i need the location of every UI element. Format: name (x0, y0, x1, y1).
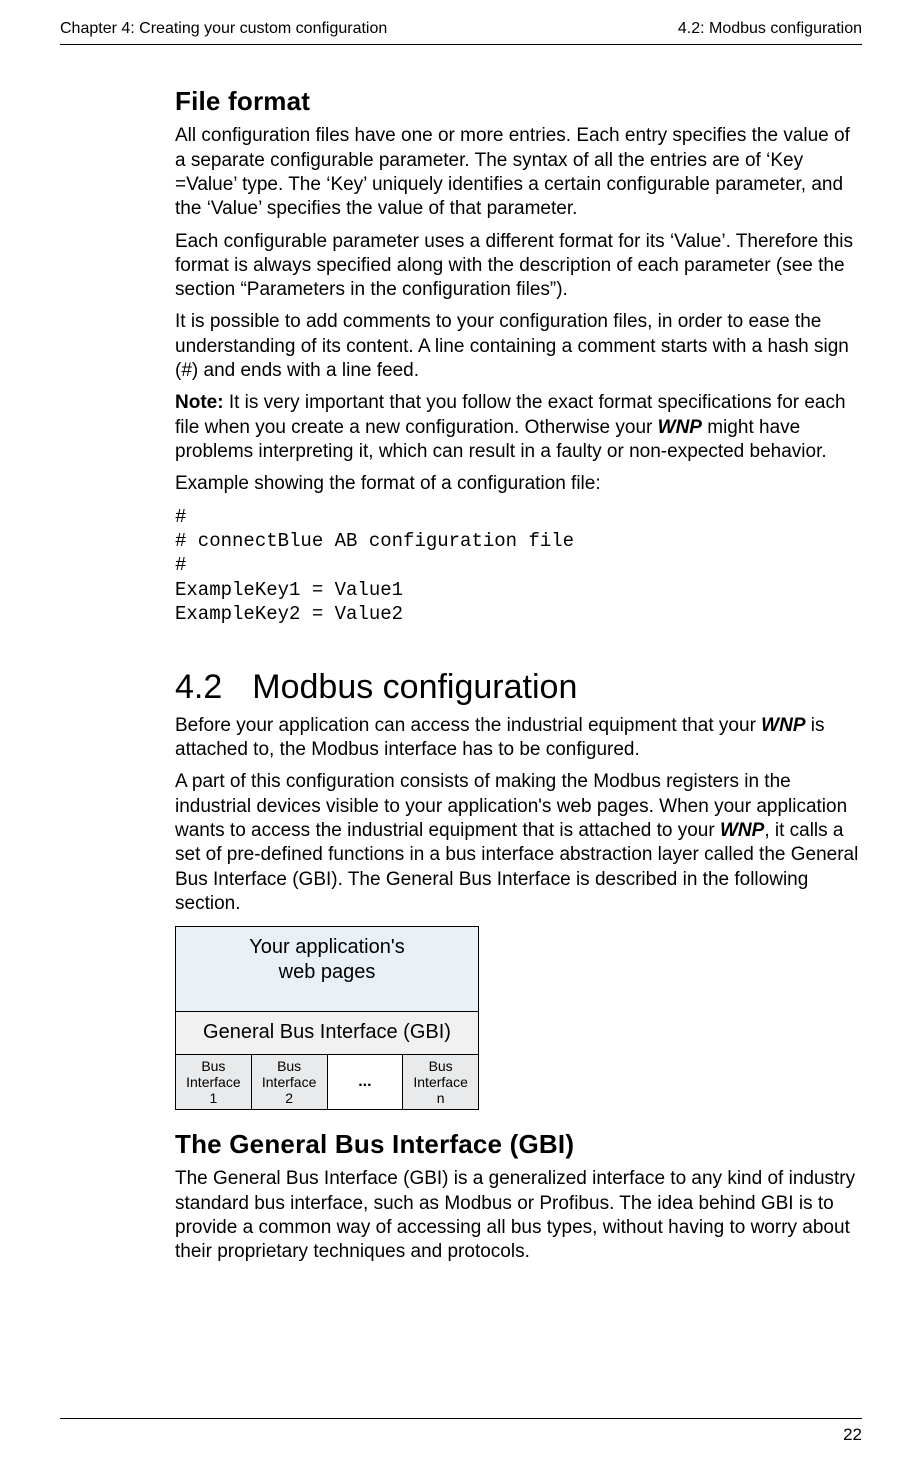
text: Bus (429, 1058, 453, 1074)
text: Interface (413, 1074, 467, 1090)
section-modbus-title: 4.2 Modbus configuration (175, 666, 862, 710)
note-paragraph: Note: It is very important that you foll… (175, 391, 862, 464)
section-gbi-title: The General Bus Interface (GBI) (175, 1128, 862, 1161)
text: Interface (262, 1074, 316, 1090)
paragraph: Before your application can access the i… (175, 714, 862, 763)
diagram-ellipsis: ... (328, 1055, 404, 1109)
paragraph: A part of this configuration consists of… (175, 770, 862, 916)
paragraph: Example showing the format of a configur… (175, 472, 862, 496)
document-page: Chapter 4: Creating your custom configur… (0, 0, 922, 1471)
text: Bus (277, 1058, 301, 1074)
diagram-top-line1: Your application's (249, 936, 404, 958)
page-content: File format All configuration files have… (175, 45, 862, 1265)
wnp-term: WNP (720, 820, 764, 841)
text: Bus (201, 1058, 225, 1074)
diagram-bottom-layer: Bus Interface 1 Bus Interface 2 ... Bus … (175, 1055, 479, 1110)
text: 1 (209, 1090, 217, 1106)
note-label: Note: (175, 392, 224, 413)
header-left: Chapter 4: Creating your custom configur… (60, 20, 387, 38)
paragraph: It is possible to add comments to your c… (175, 310, 862, 383)
page-header: Chapter 4: Creating your custom configur… (60, 20, 862, 45)
text: Interface (186, 1074, 240, 1090)
paragraph: Each configurable parameter uses a diffe… (175, 230, 862, 303)
architecture-diagram: Your application's web pages General Bus… (175, 926, 479, 1110)
text: n (437, 1090, 445, 1106)
section-title-text: Modbus configuration (252, 668, 577, 706)
diagram-bus-interface-n: Bus Interface n (403, 1055, 478, 1109)
paragraph: All configuration files have one or more… (175, 124, 862, 221)
diagram-bus-interface-1: Bus Interface 1 (176, 1055, 252, 1109)
header-right: 4.2: Modbus configuration (678, 20, 862, 38)
footer-rule (60, 1418, 862, 1419)
text: Before your application can access the i… (175, 715, 761, 736)
diagram-bus-interface-2: Bus Interface 2 (252, 1055, 328, 1109)
section-number: 4.2 (175, 666, 222, 710)
text: 2 (285, 1090, 293, 1106)
code-block: # # connectBlue AB configuration file # … (175, 505, 862, 627)
wnp-term: WNP (658, 417, 702, 438)
section-file-format-title: File format (175, 85, 862, 118)
diagram-middle-layer: General Bus Interface (GBI) (175, 1012, 479, 1055)
wnp-term: WNP (761, 715, 805, 736)
diagram-top-line2: web pages (279, 961, 376, 983)
page-number: 22 (843, 1425, 862, 1445)
paragraph: The General Bus Interface (GBI) is a gen… (175, 1167, 862, 1264)
diagram-top-layer: Your application's web pages (175, 926, 479, 1012)
